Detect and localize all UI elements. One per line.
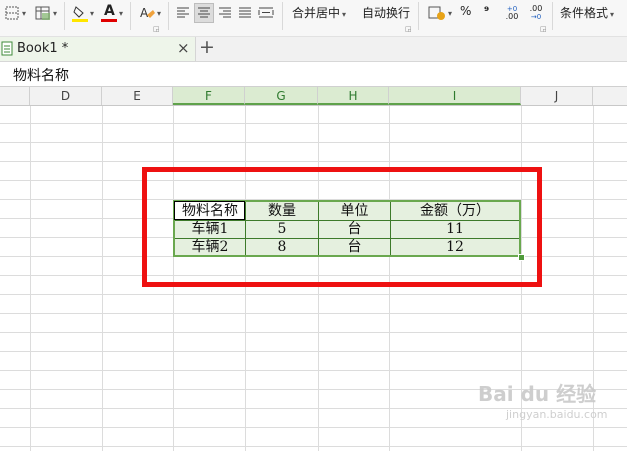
currency-coins-icon [428,6,445,20]
justify-button[interactable] [236,3,254,23]
fill-color-button[interactable]: ▾ [70,3,96,23]
align-right-button[interactable] [216,3,234,23]
caret-down-icon: ▾ [610,10,615,19]
increase-decimal-button[interactable]: +0 .00 [500,3,524,23]
align-right-icon [219,7,231,18]
close-tab-icon[interactable]: × [177,39,190,57]
auto-wrap-label: 自动换行 [362,6,411,20]
cell-style-button[interactable]: ▾ [32,3,60,23]
toolbar-separator [282,2,283,30]
thousand-separator-label: ⁹ [484,4,490,18]
tab-label: Book1 * [17,41,69,56]
number-format-button[interactable]: ▾ [426,3,454,23]
decrease-decimal-label: .00 [529,4,543,13]
font-color-letter: A [103,3,115,19]
dialog-launcher-icon[interactable]: ◲ [405,25,412,33]
svg-text:A: A [140,6,149,20]
formula-bar[interactable]: 物料名称 [0,62,627,87]
column-header-i[interactable]: I [389,87,521,105]
column-header-d[interactable]: D [30,87,102,105]
column-header-g[interactable]: G [245,87,318,105]
percent-label: % [460,4,472,18]
clear-format-button[interactable]: A ▾ [136,3,164,23]
caret-down-icon: ▾ [21,8,26,18]
conditional-format-button[interactable]: 条件格式 ▾ [560,4,614,21]
baidu-watermark: Bai du 经验 [478,382,597,406]
caret-down-icon: ▾ [52,8,57,18]
formula-input[interactable]: 物料名称 [13,65,69,85]
table-grid-icon [35,6,50,20]
borders-button[interactable]: ▾ [4,3,26,23]
document-tab-bar: Book1 * × + [0,36,627,62]
column-header-e[interactable]: E [102,87,173,105]
column-header-k[interactable] [593,87,627,105]
caret-down-icon: ▾ [156,8,161,18]
auto-wrap-button[interactable]: 自动换行 [362,4,410,21]
font-color-icon: A [100,3,117,22]
eraser-icon: A [140,6,155,20]
column-header-f[interactable]: F [173,87,245,105]
column-header-h[interactable]: H [318,87,389,105]
column-header-row: D E F G H I J [0,87,627,106]
toolbar-separator [64,2,65,30]
tab-book1[interactable]: Book1 * × [0,37,196,61]
justify-icon [239,7,251,18]
toolbar-separator [168,2,169,30]
percent-button[interactable]: % [460,4,471,18]
toolbar-separator [552,2,553,30]
red-highlight-box [142,167,542,287]
decrease-decimal-button[interactable]: .00 →0 [524,3,548,23]
conditional-format-label: 条件格式 [560,6,609,20]
font-color-button[interactable]: A ▾ [98,3,126,23]
paint-bucket-icon [71,6,88,22]
dialog-launcher-icon[interactable]: ◲ [540,25,547,33]
align-center-button[interactable] [194,3,214,23]
baidu-watermark-url: jingyan.baidu.com [506,408,608,421]
column-header-c[interactable] [0,87,30,105]
align-center-icon [198,7,210,18]
new-tab-button[interactable]: + [199,36,215,58]
decrease-arrow-icon: →0 [530,13,542,21]
borders-icon [5,6,19,20]
toolbar-separator [130,2,131,30]
caret-down-icon: ▾ [447,8,452,18]
caret-down-icon: ▾ [342,10,347,19]
dialog-launcher-icon[interactable]: ◲ [153,25,160,33]
toolbar-separator [418,2,419,30]
distributed-align-button[interactable] [256,3,276,23]
merge-center-label: 合并居中 [292,6,341,20]
merge-center-button[interactable]: 合并居中 ▾ [292,4,346,21]
align-left-button[interactable] [174,3,192,23]
caret-down-icon: ▾ [118,8,123,18]
spreadsheet-file-icon [1,41,13,56]
column-header-j[interactable]: J [521,87,593,105]
ribbon-toolbar: ▾ ▾ ▾ A ▾ A ▾ ◲ 合并居中 ▾ 自动换行 ◲ ▾ % ⁹ +0 .… [0,0,627,37]
distributed-align-icon [258,7,274,18]
increase-decimal-label: .00 [505,12,519,21]
caret-down-icon: ▾ [89,8,94,18]
align-left-icon [177,7,189,18]
thousand-separator-button[interactable]: ⁹ [484,4,489,18]
